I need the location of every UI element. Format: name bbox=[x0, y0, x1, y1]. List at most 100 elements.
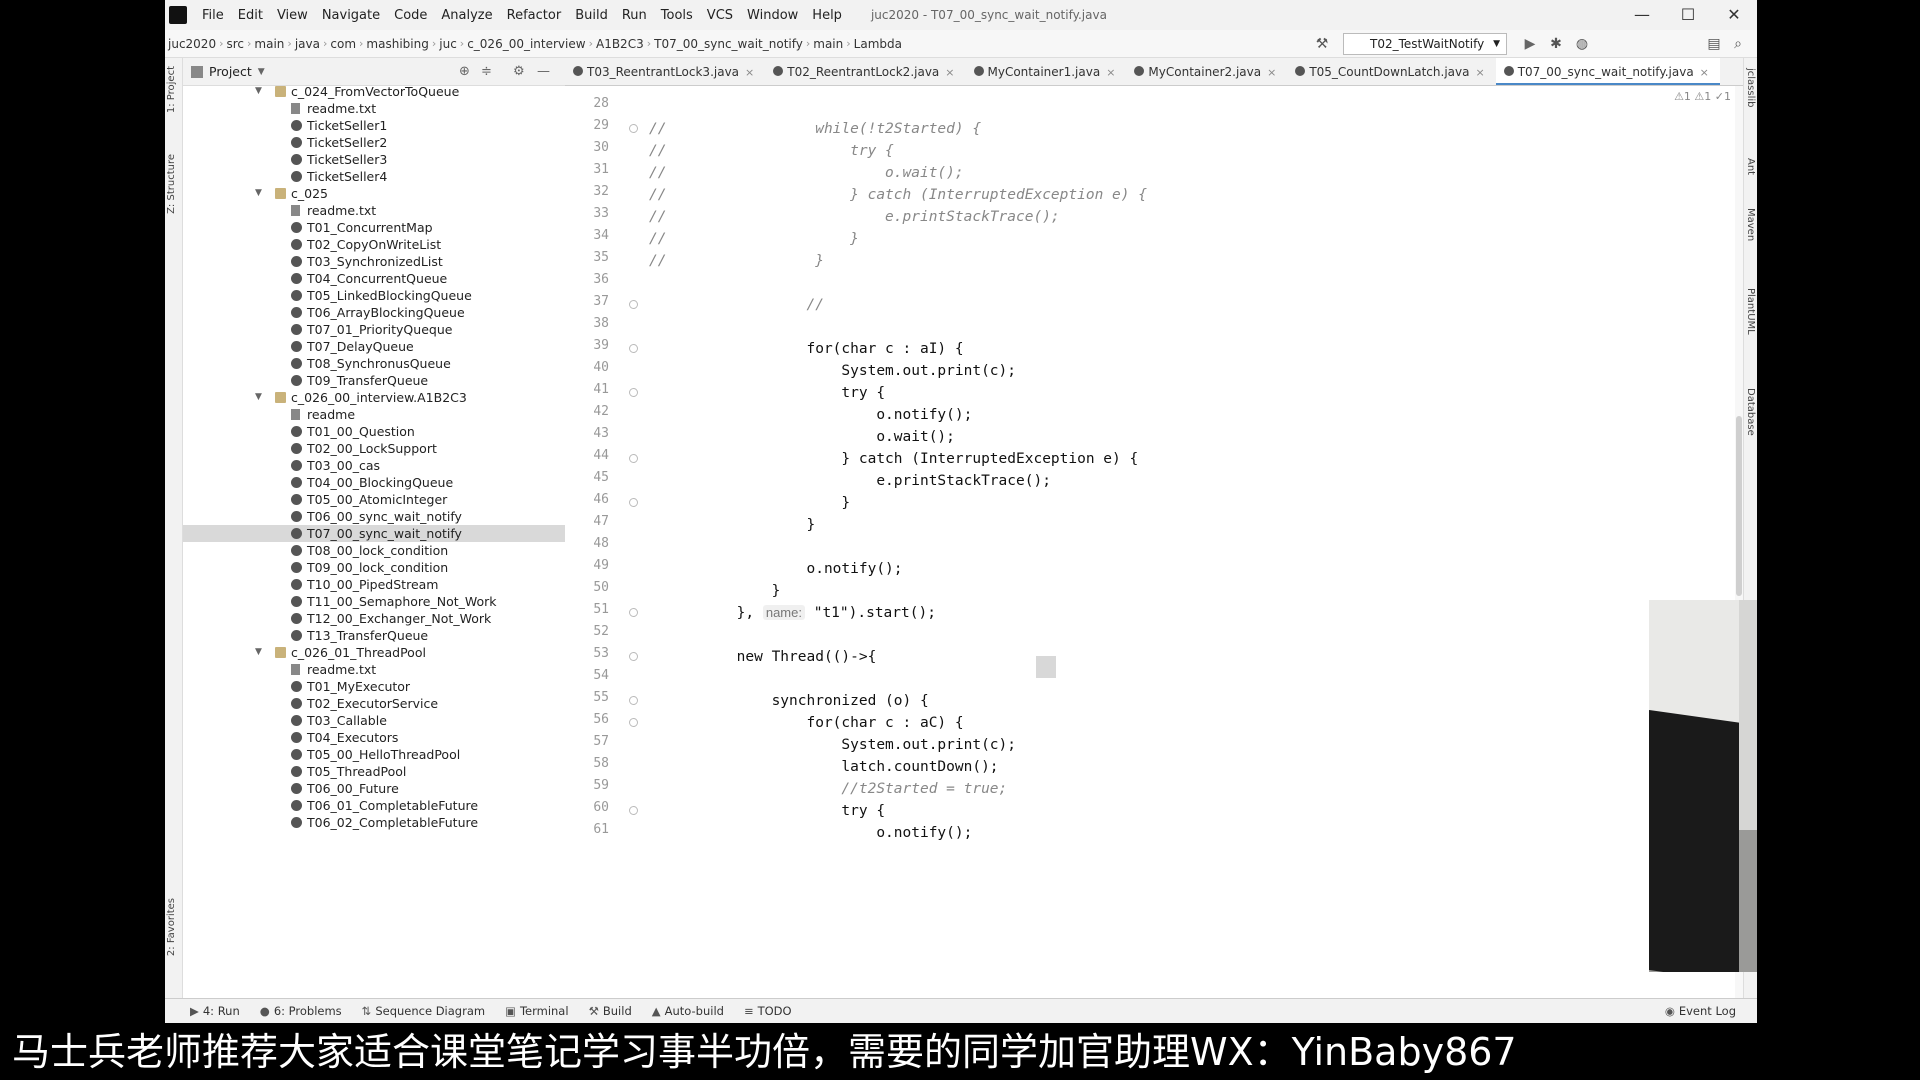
editor-tab[interactable]: T05_CountDownLatch.java × bbox=[1287, 58, 1495, 85]
locate-icon[interactable]: ⊕ bbox=[459, 64, 470, 79]
tree-item[interactable]: T03_SynchronizedList bbox=[183, 253, 565, 270]
event-log-button[interactable]: ◉ Event Log bbox=[1656, 1004, 1747, 1018]
menu-vcs[interactable]: VCS bbox=[700, 8, 740, 23]
tree-item[interactable]: T06_02_CompletableFuture bbox=[183, 814, 565, 831]
tree-item[interactable]: T01_ConcurrentMap bbox=[183, 219, 565, 236]
chevron-down-icon[interactable]: ▼ bbox=[255, 644, 262, 661]
tree-item[interactable]: T12_00_Exchanger_Not_Work bbox=[183, 610, 565, 627]
tree-item[interactable]: ▼ c_025 bbox=[183, 185, 565, 202]
tool-window-button[interactable]: ▶ 4: Run bbox=[181, 1004, 251, 1018]
tree-item[interactable]: T06_00_sync_wait_notify bbox=[183, 508, 565, 525]
fold-marker-icon[interactable] bbox=[629, 806, 638, 815]
tree-item[interactable]: T04_00_BlockingQueue bbox=[183, 474, 565, 491]
menu-window[interactable]: Window bbox=[740, 8, 805, 23]
code-editor[interactable]: ⚠1 ⚠1 ✓1 // while(!t2Started) {// try {/… bbox=[645, 86, 1743, 998]
breadcrumb-item[interactable]: src bbox=[223, 37, 247, 51]
menu-view[interactable]: View bbox=[270, 8, 315, 23]
fold-marker-icon[interactable] bbox=[629, 652, 638, 661]
breadcrumb-item[interactable]: juc bbox=[436, 37, 460, 51]
chevron-down-icon[interactable]: ▼ bbox=[255, 86, 262, 100]
tree-item[interactable]: T08_00_lock_condition bbox=[183, 542, 565, 559]
tool-window-button[interactable]: ≡ TODO bbox=[735, 1004, 803, 1018]
breadcrumb-item[interactable]: main bbox=[810, 37, 846, 51]
project-tool-label[interactable]: 1: Project bbox=[166, 66, 177, 113]
tree-item[interactable]: ▼ c_026_00_interview.A1B2C3 bbox=[183, 389, 565, 406]
fold-marker-icon[interactable] bbox=[629, 696, 638, 705]
tree-item[interactable]: T09_TransferQueue bbox=[183, 372, 565, 389]
ant-tool-label[interactable]: Ant bbox=[1745, 158, 1756, 175]
tree-item[interactable]: T06_00_Future bbox=[183, 780, 565, 797]
close-tab-icon[interactable]: × bbox=[1700, 66, 1709, 79]
tree-item[interactable]: TicketSeller3 bbox=[183, 151, 565, 168]
collapse-icon[interactable]: ≑ bbox=[481, 64, 492, 79]
tool-window-button[interactable]: ● 6: Problems bbox=[251, 1004, 353, 1018]
project-panel-title[interactable]: Project bbox=[209, 64, 252, 79]
minimize-button[interactable]: — bbox=[1619, 0, 1665, 30]
inspection-widget[interactable]: ⚠1 ⚠1 ✓1 bbox=[1674, 90, 1731, 103]
close-tab-icon[interactable]: × bbox=[1475, 66, 1484, 79]
scrollbar-thumb[interactable] bbox=[1736, 416, 1742, 596]
breadcrumb-item[interactable]: main bbox=[251, 37, 287, 51]
tree-item[interactable]: T01_MyExecutor bbox=[183, 678, 565, 695]
tree-item[interactable]: T06_ArrayBlockingQueue bbox=[183, 304, 565, 321]
hammer-build-icon[interactable]: ⚒ bbox=[1313, 35, 1331, 53]
tree-item[interactable]: T07_00_sync_wait_notify bbox=[183, 525, 565, 542]
database-tool-label[interactable]: Database bbox=[1745, 388, 1756, 436]
breadcrumb-item[interactable]: T07_00_sync_wait_notify bbox=[651, 37, 806, 51]
breadcrumb-item[interactable]: com bbox=[327, 37, 359, 51]
editor-tab[interactable]: T07_00_sync_wait_notify.java × bbox=[1495, 58, 1720, 85]
editor-tab[interactable]: MyContainer1.java × bbox=[966, 58, 1127, 85]
tree-item[interactable]: T05_ThreadPool bbox=[183, 763, 565, 780]
close-window-button[interactable]: ✕ bbox=[1711, 0, 1757, 30]
menu-code[interactable]: Code bbox=[387, 8, 434, 23]
menu-build[interactable]: Build bbox=[568, 8, 615, 23]
tree-item[interactable]: T02_00_LockSupport bbox=[183, 440, 565, 457]
fold-marker-icon[interactable] bbox=[629, 388, 638, 397]
search-icon[interactable]: ⌕ bbox=[1729, 35, 1747, 53]
run-icon[interactable]: ▶ bbox=[1521, 35, 1539, 53]
debug-icon[interactable]: ✱ bbox=[1547, 35, 1565, 53]
tool-window-button[interactable]: ▣ Terminal bbox=[496, 1004, 579, 1018]
jclasslib-tool-label[interactable]: jclasslib bbox=[1745, 68, 1756, 108]
fold-marker-icon[interactable] bbox=[629, 344, 638, 353]
tree-item[interactable]: TicketSeller1 bbox=[183, 117, 565, 134]
menu-run[interactable]: Run bbox=[615, 8, 654, 23]
menu-navigate[interactable]: Navigate bbox=[315, 8, 387, 23]
tree-item[interactable]: readme.txt bbox=[183, 202, 565, 219]
menu-analyze[interactable]: Analyze bbox=[434, 8, 499, 23]
tree-item[interactable]: T04_Executors bbox=[183, 729, 565, 746]
tree-item[interactable]: T03_Callable bbox=[183, 712, 565, 729]
favorites-tool-label[interactable]: 2: Favorites bbox=[166, 898, 177, 956]
tree-item[interactable]: T02_ExecutorService bbox=[183, 695, 565, 712]
fold-marker-icon[interactable] bbox=[629, 454, 638, 463]
tree-item[interactable]: ▼ c_026_01_ThreadPool bbox=[183, 644, 565, 661]
tool-window-button[interactable]: ⚒ Build bbox=[580, 1004, 643, 1018]
tree-item[interactable]: T05_00_HelloThreadPool bbox=[183, 746, 565, 763]
breadcrumb-item[interactable]: java bbox=[292, 37, 323, 51]
tree-item[interactable]: T10_00_PipedStream bbox=[183, 576, 565, 593]
tree-item[interactable]: T02_CopyOnWriteList bbox=[183, 236, 565, 253]
fold-marker-icon[interactable] bbox=[629, 300, 638, 309]
tree-item[interactable]: TicketSeller4 bbox=[183, 168, 565, 185]
close-tab-icon[interactable]: × bbox=[945, 66, 954, 79]
editor-tab[interactable]: MyContainer2.java × bbox=[1126, 58, 1287, 85]
menu-edit[interactable]: Edit bbox=[231, 8, 270, 23]
structure-tool-label[interactable]: Z: Structure bbox=[166, 154, 177, 214]
breadcrumb-item[interactable]: A1B2C3 bbox=[593, 37, 647, 51]
tree-item[interactable]: T03_00_cas bbox=[183, 457, 565, 474]
tree-item[interactable]: T06_01_CompletableFuture bbox=[183, 797, 565, 814]
hide-panel-icon[interactable]: — bbox=[537, 64, 550, 79]
run-configuration-select[interactable]: T02_TestWaitNotify ▼ bbox=[1343, 33, 1507, 55]
breadcrumb-item[interactable]: c_026_00_interview bbox=[464, 37, 588, 51]
menu-help[interactable]: Help bbox=[805, 8, 849, 23]
tree-item[interactable]: T05_00_AtomicInteger bbox=[183, 491, 565, 508]
tree-item[interactable]: TicketSeller2 bbox=[183, 134, 565, 151]
fold-marker-icon[interactable] bbox=[629, 608, 638, 617]
chevron-down-icon[interactable]: ▼ bbox=[255, 185, 262, 202]
menu-tools[interactable]: Tools bbox=[654, 8, 700, 23]
chevron-down-icon[interactable]: ▼ bbox=[258, 67, 265, 77]
chevron-down-icon[interactable]: ▼ bbox=[255, 389, 262, 406]
coverage-icon[interactable]: ◍ bbox=[1573, 35, 1591, 53]
close-tab-icon[interactable]: × bbox=[745, 66, 754, 79]
tree-item[interactable]: readme bbox=[183, 406, 565, 423]
